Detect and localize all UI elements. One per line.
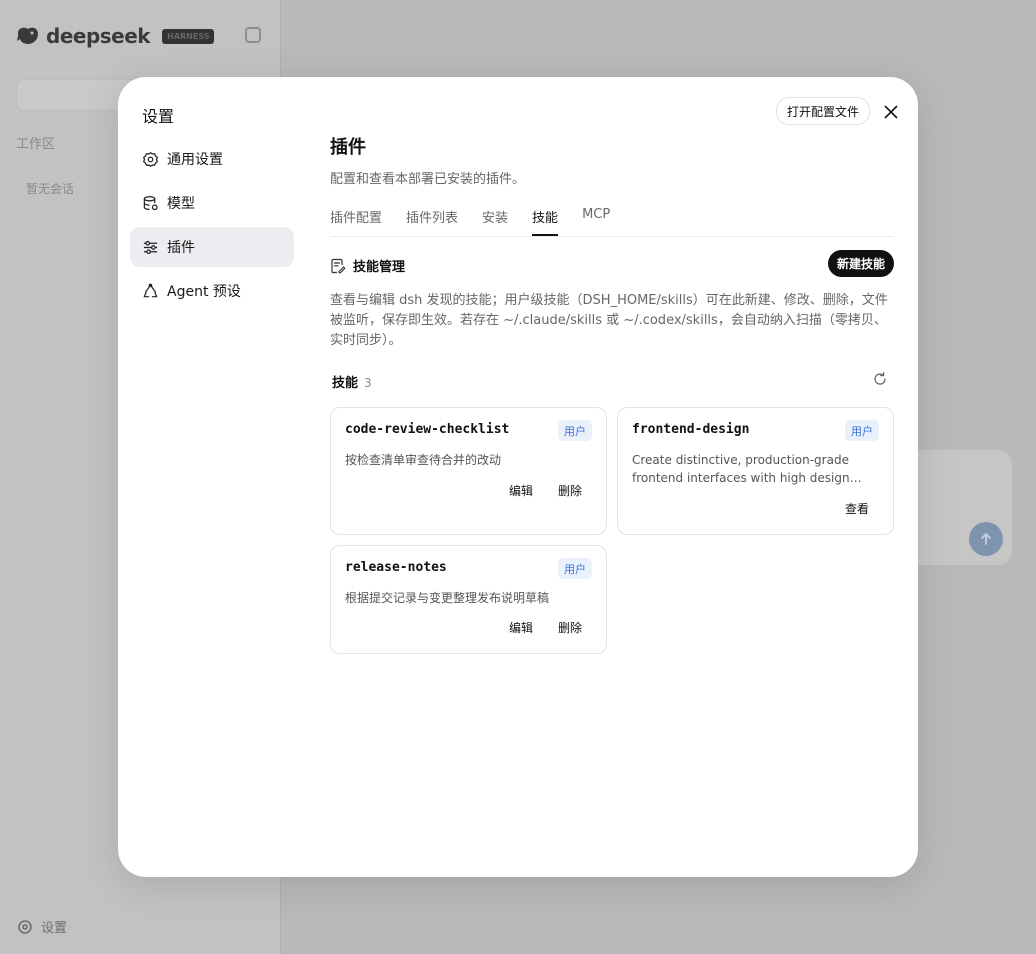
modal-title: 设置 [142, 107, 175, 126]
nav-item-label: 通用设置 [167, 152, 223, 168]
skill-desc: Create distinctive, production-grade fro… [632, 453, 850, 485]
skill-desc: 按检查清单审查待合并的改动 [345, 453, 502, 467]
skills-list-header: 技能 3 [332, 372, 894, 392]
refresh-icon[interactable] [872, 371, 888, 387]
sidebar-settings-button[interactable]: 设置 [17, 917, 67, 936]
skill-desc: 根据提交记录与变更整理发布说明草稿 [345, 591, 550, 605]
skill-scope-badge: 用户 [845, 420, 879, 441]
arrow-up-icon [981, 533, 991, 545]
skill-name: release-notes [345, 560, 447, 575]
view-button[interactable]: 查看 [845, 500, 869, 517]
tab-plugin-list[interactable]: 插件列表 [406, 207, 458, 235]
brand-name: deepseek [46, 24, 151, 48]
edit-button[interactable]: 编辑 [509, 482, 533, 499]
skills-count: 3 [364, 376, 372, 390]
skill-actions: 编辑 删除 [509, 619, 582, 636]
delete-button[interactable]: 删除 [558, 482, 582, 499]
plugin-tabs: 插件配置 插件列表 安装 技能 MCP [330, 207, 894, 237]
skills-management-title: 技能管理 [330, 256, 405, 275]
nav-item-model[interactable]: 模型 [130, 183, 294, 223]
document-edit-icon [331, 258, 346, 273]
workspace-label: 工作区 [16, 137, 56, 152]
delete-button[interactable]: 删除 [558, 619, 582, 636]
gear-icon [143, 151, 158, 167]
nav-item-label: 插件 [167, 240, 195, 256]
close-icon [884, 105, 898, 119]
section-title: 插件 [330, 137, 366, 158]
skill-actions: 查看 [845, 500, 869, 517]
gear-icon [18, 919, 32, 934]
section-desc: 配置和查看本部署已安装的插件。 [330, 172, 526, 187]
new-skill-button[interactable]: 新建技能 [827, 250, 894, 277]
sliders-icon [143, 240, 158, 254]
skills-label: 技能 [332, 376, 359, 391]
settings-nav: 通用设置 模型 插件 Agent 预设 [130, 139, 294, 315]
nav-item-agent-preset[interactable]: Agent 预设 [130, 271, 294, 311]
skill-card[interactable]: frontend-design 用户 Create distinctive, p… [617, 407, 894, 535]
skill-scope-badge: 用户 [558, 420, 592, 441]
sidebar-collapse-icon[interactable] [245, 27, 261, 43]
send-button[interactable] [969, 522, 1003, 556]
database-icon [143, 195, 158, 210]
nav-item-label: Agent 预设 [167, 284, 241, 300]
edit-button[interactable]: 编辑 [509, 619, 533, 636]
skills-management-label: 技能管理 [353, 260, 406, 275]
brand: deepseek HARNESS [16, 24, 215, 48]
skills-management-header: 技能管理 新建技能 [330, 250, 894, 281]
skill-card[interactable]: release-notes 用户 根据提交记录与变更整理发布说明草稿 编辑 删除 [330, 545, 607, 654]
whale-logo-icon [17, 27, 38, 44]
sidebar-settings-label: 设置 [41, 921, 68, 936]
nav-item-plugins[interactable]: 插件 [130, 227, 294, 267]
skill-name: frontend-design [632, 422, 750, 437]
no-session-label: 暂无会话 [26, 182, 75, 196]
close-button[interactable] [880, 101, 902, 123]
nav-item-general[interactable]: 通用设置 [130, 139, 294, 179]
open-config-button[interactable]: 打开配置文件 [775, 97, 870, 125]
brand-badge: HARNESS [162, 28, 215, 44]
agent-icon [143, 283, 158, 297]
tab-mcp[interactable]: MCP [582, 207, 610, 235]
skill-scope-badge: 用户 [558, 558, 592, 579]
skill-card[interactable]: code-review-checklist 用户 按检查清单审查待合并的改动 编… [330, 407, 607, 535]
tab-plugin-config[interactable]: 插件配置 [330, 207, 382, 235]
skill-actions: 编辑 删除 [509, 482, 582, 499]
tab-install[interactable]: 安装 [482, 207, 508, 235]
tab-skills[interactable]: 技能 [532, 207, 559, 236]
settings-modal: 设置 通用设置 模型 插件 Agent 预设 打开配置文件 插件 配置和查看本部… [118, 77, 918, 877]
skill-name: code-review-checklist [345, 422, 510, 437]
skills-management-desc: 查看与编辑 dsh 发现的技能；用户级技能（DSH_HOME/skills）可在… [330, 293, 888, 348]
nav-item-label: 模型 [167, 196, 195, 212]
